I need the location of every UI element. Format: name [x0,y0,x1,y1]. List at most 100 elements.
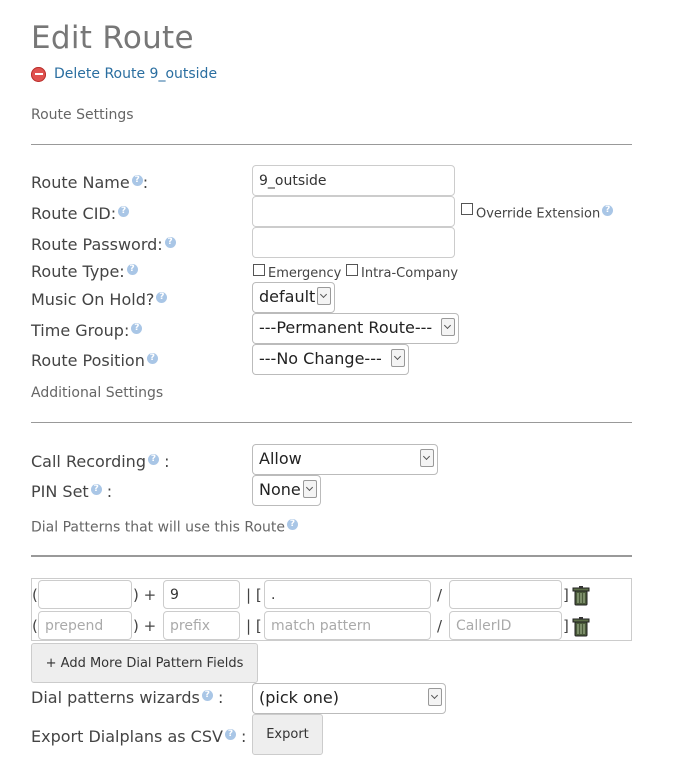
additional-settings-heading: Additional Settings [31,385,164,401]
prepend-input[interactable] [38,580,132,609]
time-group-label-text: Time Group: [31,321,130,340]
divider [31,144,632,145]
music-on-hold-label-text: Music On Hold? [31,290,155,309]
route-cid-input[interactable] [252,196,455,227]
prefix-input[interactable] [163,580,240,609]
route-cid-label-text: Route CID: [31,204,117,223]
route-position-label: Route Position? [31,351,158,370]
help-question-icon[interactable]: ? [224,728,236,740]
label-suffix: : [217,688,224,707]
time-group-label: Time Group:? [31,321,143,340]
chevron-down-icon [441,318,455,336]
call-recording-label-text: Call Recording [31,452,146,471]
help-question-icon[interactable]: ? [164,236,176,248]
export-button[interactable]: Export [252,714,323,755]
override-extension-checkbox[interactable] [461,203,473,215]
dial-patterns-heading: Dial Patterns that will use this Route? [31,519,299,536]
help-question-icon[interactable]: ? [90,483,102,495]
override-extension-label: Override Extension? [476,205,614,222]
route-position-value: ---No Change--- [259,349,382,368]
prepend-input[interactable] [38,611,132,640]
dial-patterns-heading-text: Dial Patterns that will use this Route [31,519,286,536]
help-question-icon[interactable]: ? [131,322,143,334]
help-question-icon[interactable]: ? [287,519,299,530]
route-settings-heading: Route Settings [31,107,134,123]
export-csv-label: Export Dialplans as CSV? : [31,727,246,746]
route-position-label-text: Route Position [31,351,145,370]
intra-company-checkbox[interactable] [346,264,358,276]
route-password-label: Route Password:? [31,235,176,254]
help-question-icon[interactable]: ? [118,205,130,217]
label-suffix: : [164,452,170,471]
open-paren: ( [32,586,38,604]
route-password-label-text: Route Password: [31,235,163,254]
route-name-label-text: Route Name [31,173,130,192]
pin-set-label: PIN Set? : [31,482,112,501]
divider [31,422,632,423]
match-pattern-input[interactable] [264,611,431,640]
open-paren: ( [32,617,38,635]
bar-bracket: | [ [246,617,262,635]
dial-wizards-value: (pick one) [259,688,340,707]
route-name-label: Route Name?: [31,173,148,192]
call-recording-value: Allow [259,449,302,468]
dial-wizards-label: Dial patterns wizards? : [31,688,223,707]
close-bracket: ] [563,586,569,604]
route-cid-label: Route CID:? [31,204,130,223]
pin-set-select[interactable]: None [252,475,321,506]
help-question-icon[interactable]: ? [146,352,158,364]
route-type-label-text: Route Type: [31,262,125,281]
close-paren-plus: ) + [133,586,157,604]
emergency-checkbox[interactable] [253,264,265,276]
delete-route-link[interactable]: Delete Route 9_outside [31,66,217,82]
close-bracket: ] [563,617,569,635]
pin-set-label-text: PIN Set [31,482,89,501]
route-type-label: Route Type:? [31,262,138,281]
call-recording-select[interactable]: Allow [252,444,438,475]
chevron-down-icon [420,449,434,467]
chevron-down-icon [317,287,331,305]
add-dial-pattern-button[interactable]: + Add More Dial Pattern Fields [31,643,258,683]
label-suffix: : [142,173,149,192]
route-password-input[interactable] [252,227,455,258]
help-question-icon[interactable]: ? [131,174,143,186]
help-question-icon[interactable]: ? [201,689,213,701]
call-recording-label: Call Recording? : [31,452,169,471]
export-csv-label-text: Export Dialplans as CSV [31,727,223,746]
label-suffix: : [106,482,113,501]
chevron-down-icon [428,688,442,706]
music-on-hold-select[interactable]: default [252,282,335,313]
divider [31,555,632,557]
trash-can-icon[interactable] [572,586,590,606]
pin-set-value: None [259,480,301,499]
music-on-hold-value: default [259,287,316,306]
close-paren-plus: ) + [133,617,157,635]
page-title: Edit Route [31,20,194,56]
dial-wizards-select[interactable]: (pick one) [252,683,446,714]
chevron-down-icon [303,480,317,498]
intra-company-label: Intra-Company [361,266,459,281]
bar-bracket: | [ [246,586,262,604]
prefix-input[interactable] [163,611,240,640]
help-question-icon[interactable]: ? [126,263,138,275]
route-name-input[interactable] [252,165,455,196]
time-group-select[interactable]: ---Permanent Route--- [252,313,459,344]
help-question-icon[interactable]: ? [602,205,614,216]
music-on-hold-label: Music On Hold?? [31,290,168,309]
label-suffix: : [241,727,247,746]
callerid-input[interactable] [449,611,562,640]
slash: / [437,617,443,635]
slash: / [437,586,443,604]
dial-wizards-label-text: Dial patterns wizards [31,688,200,707]
callerid-input[interactable] [449,580,562,609]
emergency-label: Emergency [268,266,342,281]
minus-circle-icon [31,66,46,82]
override-extension-text: Override Extension [476,206,601,222]
help-question-icon[interactable]: ? [156,291,168,303]
route-position-select[interactable]: ---No Change--- [252,344,409,375]
time-group-value: ---Permanent Route--- [259,318,433,337]
chevron-down-icon [391,349,405,367]
trash-can-icon[interactable] [572,617,590,637]
help-question-icon[interactable]: ? [147,453,159,465]
match-pattern-input[interactable] [264,580,431,609]
